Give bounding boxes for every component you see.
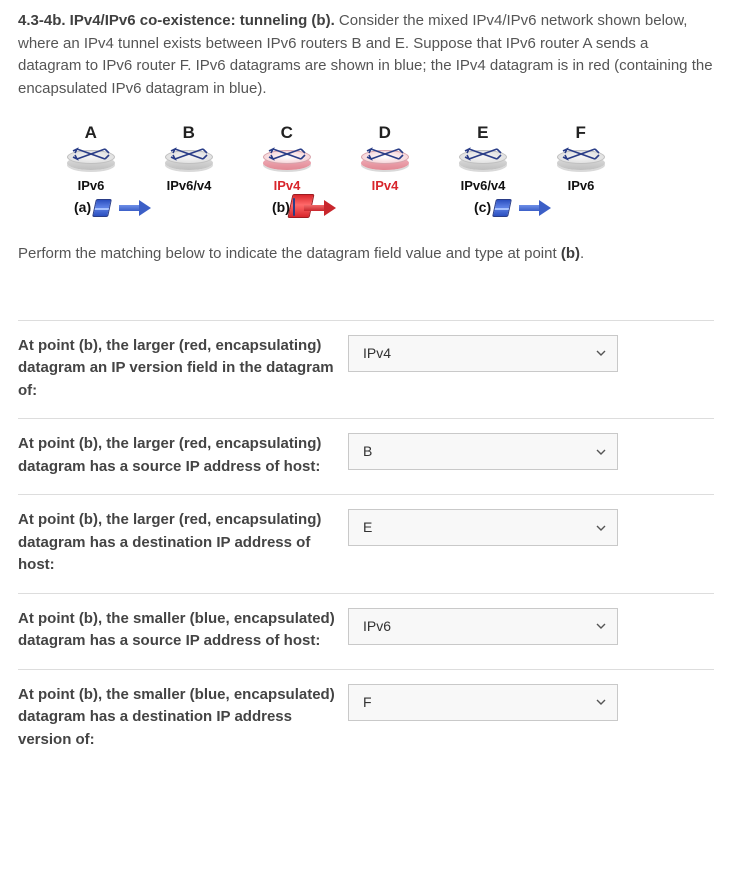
router-D: D IPv4 bbox=[336, 120, 434, 195]
question-row: At point (b), the larger (red, encapsula… bbox=[18, 494, 714, 593]
answer-select[interactable]: IPv4 bbox=[348, 335, 618, 372]
router-A: A IPv6 bbox=[42, 120, 140, 195]
answer-select[interactable]: F bbox=[348, 684, 618, 721]
router-label: C bbox=[281, 120, 294, 146]
router-type: IPv6/v4 bbox=[167, 176, 212, 196]
router-icon bbox=[263, 148, 311, 174]
router-type: IPv4 bbox=[274, 176, 301, 196]
arrow-red-icon bbox=[304, 202, 338, 214]
question-text: At point (b), the smaller (blue, encapsu… bbox=[18, 608, 348, 653]
router-label: A bbox=[85, 120, 98, 146]
router-type: IPv4 bbox=[372, 176, 399, 196]
answer-value: B bbox=[363, 441, 372, 462]
chevron-down-icon bbox=[595, 446, 607, 458]
question-text: At point (b), the larger (red, encapsula… bbox=[18, 335, 348, 403]
answer-value: E bbox=[363, 517, 372, 538]
arrow-icon bbox=[119, 202, 153, 214]
chevron-down-icon bbox=[595, 620, 607, 632]
question-row: At point (b), the smaller (blue, encapsu… bbox=[18, 669, 714, 768]
router-label: E bbox=[477, 120, 489, 146]
question-text: At point (b), the larger (red, encapsula… bbox=[18, 509, 348, 577]
router-icon bbox=[165, 148, 213, 174]
answer-select[interactable]: IPv6 bbox=[348, 608, 618, 645]
question-row: At point (b), the larger (red, encapsula… bbox=[18, 418, 714, 494]
answer-value: IPv6 bbox=[363, 616, 391, 637]
router-C: C IPv4 bbox=[238, 120, 336, 195]
annotation-a-label: (a) bbox=[74, 197, 91, 218]
chevron-down-icon bbox=[595, 696, 607, 708]
router-icon bbox=[557, 148, 605, 174]
router-type: IPv6/v4 bbox=[461, 176, 506, 196]
answer-value: IPv4 bbox=[363, 343, 391, 364]
diagram-annotations: (a) (b) (c) bbox=[42, 197, 714, 231]
annotation-c-label: (c) bbox=[474, 197, 491, 218]
question-text: At point (b), the smaller (blue, encapsu… bbox=[18, 684, 348, 752]
question-row: At point (b), the larger (red, encapsula… bbox=[18, 320, 714, 419]
router-type: IPv6 bbox=[78, 176, 105, 196]
answer-select[interactable]: B bbox=[348, 433, 618, 470]
chevron-down-icon bbox=[595, 347, 607, 359]
network-diagram: A IPv6 B IPv6/v4 C IPv4 D IPv4 E IPv6/v4 F IPv6 bbox=[18, 114, 714, 195]
datagram-blue-icon bbox=[92, 199, 112, 217]
router-type: IPv6 bbox=[568, 176, 595, 196]
instruction-text: Perform the matching below to indicate t… bbox=[18, 243, 714, 266]
question-list: At point (b), the larger (red, encapsula… bbox=[18, 320, 714, 768]
router-B: B IPv6/v4 bbox=[140, 120, 238, 195]
router-icon bbox=[361, 148, 409, 174]
datagram-blue-icon bbox=[492, 199, 512, 217]
answer-select[interactable]: E bbox=[348, 509, 618, 546]
router-F: F IPv6 bbox=[532, 120, 630, 195]
router-label: D bbox=[379, 120, 392, 146]
router-icon bbox=[459, 148, 507, 174]
router-label: F bbox=[576, 120, 587, 146]
router-E: E IPv6/v4 bbox=[434, 120, 532, 195]
arrow-icon bbox=[519, 202, 553, 214]
intro-lead: 4.3-4b. IPv4/IPv6 co-existence: tunnelin… bbox=[18, 12, 335, 29]
datagram-encapsulated-icon bbox=[293, 197, 295, 218]
answer-value: F bbox=[363, 692, 372, 713]
question-text: At point (b), the larger (red, encapsula… bbox=[18, 433, 348, 478]
chevron-down-icon bbox=[595, 522, 607, 534]
router-label: B bbox=[183, 120, 196, 146]
question-row: At point (b), the smaller (blue, encapsu… bbox=[18, 593, 714, 669]
router-icon bbox=[67, 148, 115, 174]
intro-paragraph: 4.3-4b. IPv4/IPv6 co-existence: tunnelin… bbox=[18, 10, 714, 100]
